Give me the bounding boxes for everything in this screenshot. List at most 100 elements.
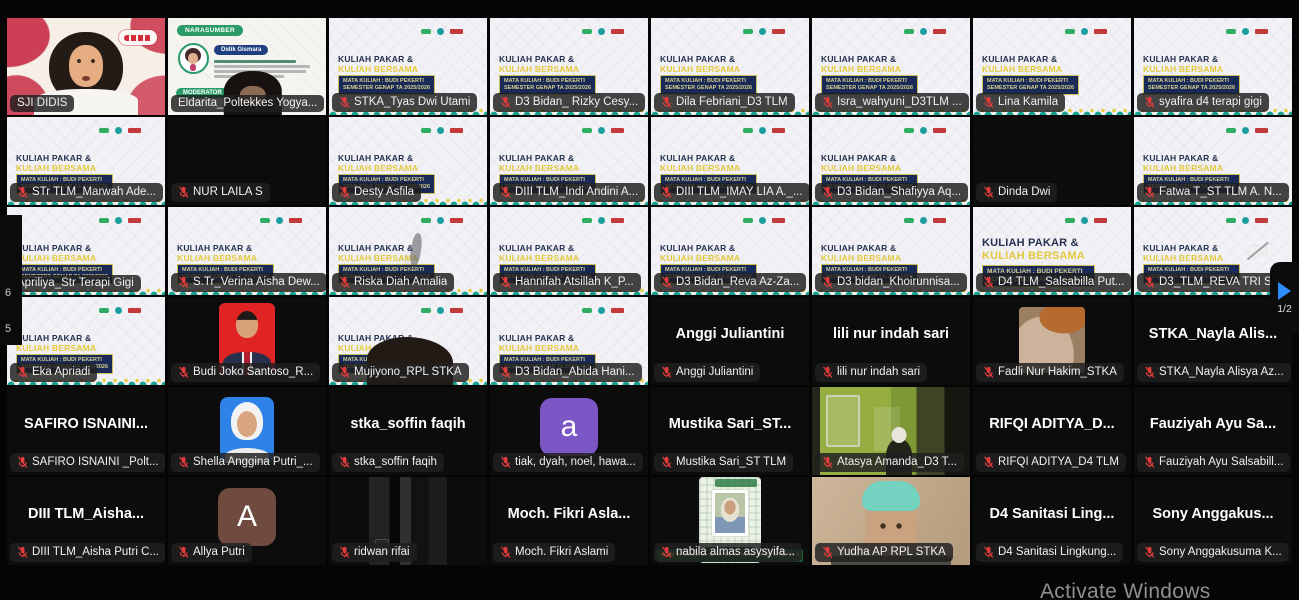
participant-tile-28[interactable]: KULIAH PAKAR & KULIAH BERSAMA MATA KULIA… xyxy=(490,297,648,385)
participant-tile-23[interactable]: KULIAH PAKAR & KULIAH BERSAMA MATA KULIA… xyxy=(973,207,1131,295)
participant-tile-37[interactable]: KULIAH PAKAR & KULIAH BERSAMA MATA KULIA… xyxy=(651,387,809,475)
participant-name-text: D3 bidan_Khoirunnisa... xyxy=(837,276,960,288)
participant-tile-42[interactable]: KULIAH PAKAR & KULIAH BERSAMA MATA KULIA… xyxy=(168,477,326,565)
participant-name-text: D4 Sanitasi Lingkung... xyxy=(998,546,1116,558)
participant-tile-39[interactable]: KULIAH PAKAR & KULIAH BERSAMA MATA KULIA… xyxy=(973,387,1131,475)
red-logo-icon xyxy=(1094,218,1107,223)
red-logo-icon xyxy=(450,128,463,133)
participant-name-label: STKA_Tyas Dwi Utami xyxy=(332,93,477,112)
participant-tile-20[interactable]: KULIAH PAKAR & KULIAH BERSAMA MATA KULIA… xyxy=(490,207,648,295)
participant-tile-10[interactable]: KULIAH PAKAR & KULIAH BERSAMA MATA KULIA… xyxy=(168,117,326,205)
mic-muted-icon xyxy=(822,95,833,109)
participant-tile-29[interactable]: KULIAH PAKAR & KULIAH BERSAMA MATA KULIA… xyxy=(651,297,809,385)
participant-tile-4[interactable]: KULIAH PAKAR & KULIAH BERSAMA MATA KULIA… xyxy=(490,18,648,115)
participant-tile-26[interactable]: KULIAH PAKAR & KULIAH BERSAMA MATA KULIA… xyxy=(168,297,326,385)
slide-title-line2: KULIAH BERSAMA xyxy=(16,253,96,263)
mic-muted-icon xyxy=(983,185,994,199)
participant-tile-1[interactable]: KULIAH PAKAR & KULIAH BERSAMA MATA KULIA… xyxy=(7,18,165,115)
participant-tile-7[interactable]: KULIAH PAKAR & KULIAH BERSAMA MATA KULIA… xyxy=(973,18,1131,115)
participant-tile-2[interactable]: KULIAH PAKAR & KULIAH BERSAMA MATA KULIA… xyxy=(168,18,326,115)
participant-tile-33[interactable]: KULIAH PAKAR & KULIAH BERSAMA MATA KULIA… xyxy=(7,387,165,475)
partner-logos xyxy=(743,127,785,134)
slide-course-box: MATA KULIAH : BUDI PEKERTI SEMESTER GENA… xyxy=(499,75,596,95)
participant-name-label: Fauziyah Ayu Salsabill... xyxy=(1137,453,1290,472)
participant-tile-6[interactable]: KULIAH PAKAR & KULIAH BERSAMA MATA KULIA… xyxy=(812,18,970,115)
participant-name-label: Mustika Sari_ST TLM xyxy=(654,453,793,472)
participant-tile-36[interactable]: KULIAH PAKAR & KULIAH BERSAMA MATA KULIA… xyxy=(490,387,648,475)
participant-tile-44[interactable]: KULIAH PAKAR & KULIAH BERSAMA MATA KULIA… xyxy=(490,477,648,565)
red-logo-icon xyxy=(289,218,302,223)
participant-tile-18[interactable]: KULIAH PAKAR & KULIAH BERSAMA MATA KULIA… xyxy=(168,207,326,295)
mic-muted-icon xyxy=(17,185,28,199)
participant-tile-34[interactable]: KULIAH PAKAR & KULIAH BERSAMA MATA KULIA… xyxy=(168,387,326,475)
participant-tile-3[interactable]: KULIAH PAKAR & KULIAH BERSAMA MATA KULIA… xyxy=(329,18,487,115)
partner-logos xyxy=(1065,217,1107,224)
participant-tile-17[interactable]: KULIAH PAKAR & KULIAH BERSAMA MATA KULIA… xyxy=(7,207,165,295)
participant-tile-8[interactable]: KULIAH PAKAR & KULIAH BERSAMA MATA KULIA… xyxy=(1134,18,1292,115)
participant-tile-31[interactable]: KULIAH PAKAR & KULIAH BERSAMA MATA KULIA… xyxy=(973,297,1131,385)
participant-tile-30[interactable]: KULIAH PAKAR & KULIAH BERSAMA MATA KULIA… xyxy=(812,297,970,385)
participant-tile-32[interactable]: KULIAH PAKAR & KULIAH BERSAMA MATA KULIA… xyxy=(1134,297,1292,385)
partner-logos xyxy=(582,28,624,35)
participant-name-label: Eka Apriadi xyxy=(10,363,97,382)
participant-tile-46[interactable]: KULIAH PAKAR & KULIAH BERSAMA MATA KULIA… xyxy=(812,477,970,565)
slide-title-line2: KULIAH BERSAMA xyxy=(1143,253,1223,263)
green-logo-icon xyxy=(904,128,914,133)
slide-course-box: MATA KULIAH : BUDI PEKERTI SEMESTER GENA… xyxy=(982,75,1079,95)
participant-name-label: Yudha AP RPL STKA xyxy=(815,543,953,562)
participant-tile-11[interactable]: KULIAH PAKAR & KULIAH BERSAMA MATA KULIA… xyxy=(329,117,487,205)
teal-logo-icon xyxy=(920,217,927,224)
participant-gallery: KULIAH PAKAR & KULIAH BERSAMA MATA KULIA… xyxy=(7,18,1292,565)
display-name-text: Fauziyah Ayu Sa... xyxy=(1150,416,1276,432)
partner-logos xyxy=(1226,127,1268,134)
participant-tile-38[interactable]: KULIAH PAKAR & KULIAH BERSAMA MATA KULIA… xyxy=(812,387,970,475)
mic-muted-icon xyxy=(339,95,350,109)
participant-name-label: STr TLM_Marwah Ade... xyxy=(10,183,163,202)
green-logo-icon xyxy=(582,29,592,34)
green-logo-icon xyxy=(421,29,431,34)
participant-tile-27[interactable]: KULIAH PAKAR & KULIAH BERSAMA MATA KULIA… xyxy=(329,297,487,385)
green-logo-icon xyxy=(743,128,753,133)
slide-title-line1: KULIAH PAKAR & xyxy=(982,54,1057,64)
participant-tile-40[interactable]: KULIAH PAKAR & KULIAH BERSAMA MATA KULIA… xyxy=(1134,387,1292,475)
red-logo-icon xyxy=(772,128,785,133)
participant-tile-47[interactable]: KULIAH PAKAR & KULIAH BERSAMA MATA KULIA… xyxy=(973,477,1131,565)
participant-tile-16[interactable]: KULIAH PAKAR & KULIAH BERSAMA MATA KULIA… xyxy=(1134,117,1292,205)
participant-name-label: D3_TLM_REVA TRI SE... xyxy=(1137,273,1292,292)
participant-tile-9[interactable]: KULIAH PAKAR & KULIAH BERSAMA MATA KULIA… xyxy=(7,117,165,205)
participant-tile-5[interactable]: KULIAH PAKAR & KULIAH BERSAMA MATA KULIA… xyxy=(651,18,809,115)
slide-title-line1: KULIAH PAKAR & xyxy=(1143,153,1218,163)
participant-tile-41[interactable]: KULIAH PAKAR & KULIAH BERSAMA MATA KULIA… xyxy=(7,477,165,565)
teal-logo-icon xyxy=(598,217,605,224)
participant-tile-15[interactable]: KULIAH PAKAR & KULIAH BERSAMA MATA KULIA… xyxy=(973,117,1131,205)
narasumber-badge: NARASUMBER xyxy=(177,25,243,36)
slide-title-line2: KULIAH BERSAMA xyxy=(821,64,901,74)
participant-tile-45[interactable]: KULIAH PAKAR & KULIAH BERSAMA MATA KULIA… xyxy=(651,477,809,565)
mic-muted-icon xyxy=(983,455,994,469)
participant-name-text: STr TLM_Marwah Ade... xyxy=(32,186,156,198)
participant-tile-22[interactable]: KULIAH PAKAR & KULIAH BERSAMA MATA KULIA… xyxy=(812,207,970,295)
green-logo-icon xyxy=(743,29,753,34)
participant-tile-43[interactable]: KULIAH PAKAR & KULIAH BERSAMA MATA KULIA… xyxy=(329,477,487,565)
participant-tile-21[interactable]: KULIAH PAKAR & KULIAH BERSAMA MATA KULIA… xyxy=(651,207,809,295)
mic-muted-icon xyxy=(822,545,833,559)
speaker-name-pill: Didik Gismara xyxy=(214,45,268,55)
participant-tile-35[interactable]: KULIAH PAKAR & KULIAH BERSAMA MATA KULIA… xyxy=(329,387,487,475)
participant-tile-13[interactable]: KULIAH PAKAR & KULIAH BERSAMA MATA KULIA… xyxy=(651,117,809,205)
display-name-text: Sony Anggakus... xyxy=(1152,506,1273,522)
participant-tile-14[interactable]: KULIAH PAKAR & KULIAH BERSAMA MATA KULIA… xyxy=(812,117,970,205)
teal-logo-icon xyxy=(920,127,927,134)
participant-tile-25[interactable]: KULIAH PAKAR & KULIAH BERSAMA MATA KULIA… xyxy=(7,297,165,385)
participant-name-label: S.Tr_Verina Aisha Dew... xyxy=(171,273,326,292)
participant-tile-19[interactable]: KULIAH PAKAR & KULIAH BERSAMA MATA KULIA… xyxy=(329,207,487,295)
participant-name-text: D4 TLM_Salsabilla Put... xyxy=(998,276,1124,288)
participant-tile-12[interactable]: KULIAH PAKAR & KULIAH BERSAMA MATA KULIA… xyxy=(490,117,648,205)
slide-title-line1: KULIAH PAKAR & xyxy=(821,243,896,253)
participant-name-label: nabila almas asysyifa... xyxy=(654,543,802,562)
participant-name-label: syafira d4 terapi gigi xyxy=(1137,93,1269,112)
next-page-button[interactable]: 1/2 xyxy=(1270,262,1299,334)
participant-tile-48[interactable]: KULIAH PAKAR & KULIAH BERSAMA MATA KULIA… xyxy=(1134,477,1292,565)
participant-tile-24[interactable]: KULIAH PAKAR & KULIAH BERSAMA MATA KULIA… xyxy=(1134,207,1292,295)
mic-muted-icon xyxy=(17,455,28,469)
partner-logos xyxy=(582,217,624,224)
